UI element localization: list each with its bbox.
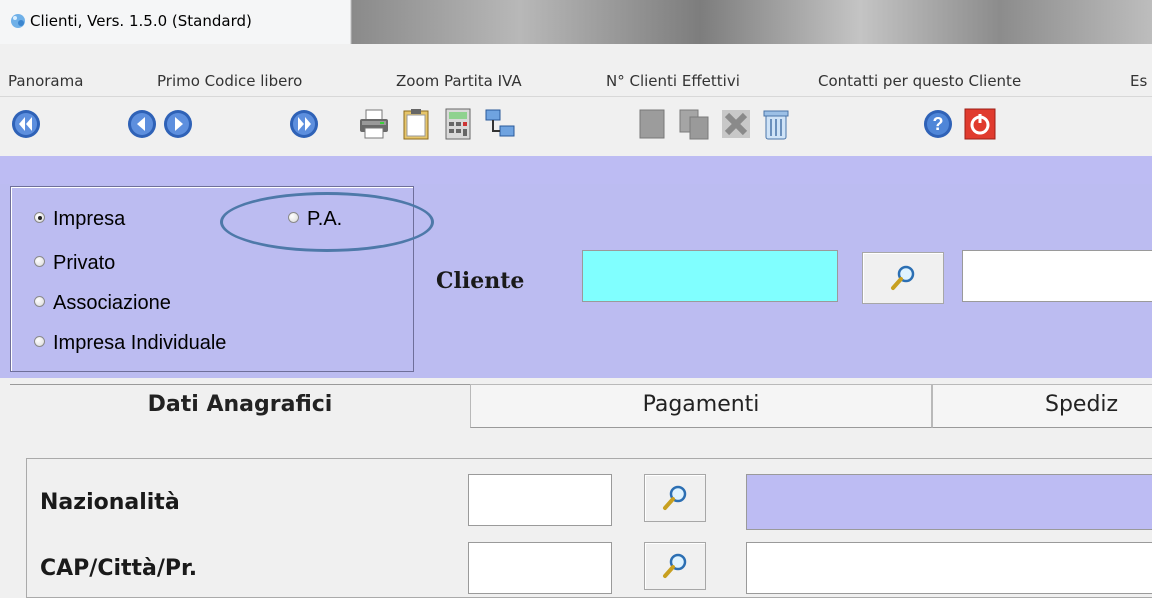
nazionalita-code-input[interactable] <box>468 474 612 526</box>
cliente-name-input[interactable] <box>962 250 1152 302</box>
radio-privato-indicator[interactable] <box>34 256 45 268</box>
cliente-label: Cliente <box>436 268 525 294</box>
nazionalita-lookup-button[interactable] <box>644 474 706 522</box>
header-band <box>0 156 1152 184</box>
toolbar: ? <box>0 98 1152 154</box>
previous-record-button[interactable] <box>124 106 160 142</box>
nazionalita-description-input[interactable] <box>746 474 1152 530</box>
calculator-icon <box>445 108 471 140</box>
menu-item-primo-codice-libero[interactable]: Primo Codice libero <box>157 72 302 90</box>
delete-record-button[interactable] <box>718 106 754 142</box>
previous-record-icon <box>128 110 156 138</box>
tab-dati-anagrafici[interactable]: Dati Anagrafici <box>10 384 470 428</box>
radio-associazione-label: Associazione <box>53 292 171 314</box>
print-icon <box>360 109 388 139</box>
exit-button[interactable] <box>962 106 998 142</box>
help-button[interactable]: ? <box>920 106 956 142</box>
menu-bar: Panorama Primo Codice libero Zoom Partit… <box>0 66 1152 97</box>
menu-item-panorama[interactable]: Panorama <box>8 72 83 90</box>
network-button[interactable] <box>482 106 518 142</box>
cliente-lookup-button[interactable] <box>862 252 944 304</box>
new-record-icon <box>639 109 665 139</box>
magnifier-icon <box>663 485 687 510</box>
copy-record-icon <box>679 109 709 140</box>
tab-pagamenti[interactable]: Pagamenti <box>470 384 932 428</box>
last-record-button[interactable] <box>286 106 322 142</box>
first-record-button[interactable] <box>8 106 44 142</box>
window-title: Clienti, Vers. 1.5.0 (Standard) <box>30 12 252 30</box>
radio-impresa[interactable]: Impresa <box>34 208 125 231</box>
radio-impresa-individuale-label: Impresa Individuale <box>53 332 227 354</box>
app-icon <box>8 12 28 30</box>
trash-button[interactable] <box>758 106 794 142</box>
radio-impresa-individuale[interactable]: Impresa Individuale <box>34 332 226 355</box>
menu-item-es[interactable]: Es <box>1130 72 1147 90</box>
menu-item-clienti-effettivi[interactable]: N° Clienti Effettivi <box>606 72 740 90</box>
next-record-icon <box>164 110 192 138</box>
radio-impresa-indicator[interactable] <box>34 212 45 224</box>
delete-record-icon <box>722 110 750 138</box>
cap-city-input[interactable] <box>746 542 1152 594</box>
radio-privato[interactable]: Privato <box>34 252 115 275</box>
network-icon <box>485 109 515 137</box>
menu-item-zoom-partita-iva[interactable]: Zoom Partita IVA <box>396 72 522 90</box>
cliente-code-input[interactable] <box>582 250 838 302</box>
clipboard-icon <box>403 109 429 140</box>
nazionalita-label: Nazionalità <box>40 490 180 515</box>
copy-record-button[interactable] <box>676 106 712 142</box>
calculator-button[interactable] <box>440 106 476 142</box>
menu-item-contatti-cliente[interactable]: Contatti per questo Cliente <box>818 72 1021 90</box>
svg-text:?: ? <box>933 114 944 134</box>
first-record-icon <box>12 110 40 138</box>
tab-spedizione[interactable]: Spediz <box>932 384 1152 428</box>
new-record-button[interactable] <box>634 106 670 142</box>
pa-highlight-ellipse <box>220 192 434 252</box>
last-record-icon <box>290 110 318 138</box>
radio-associazione[interactable]: Associazione <box>34 292 171 315</box>
clipboard-button[interactable] <box>398 106 434 142</box>
trash-icon <box>763 110 789 140</box>
cap-lookup-button[interactable] <box>644 542 706 590</box>
radio-privato-label: Privato <box>53 252 116 274</box>
cap-code-input[interactable] <box>468 542 612 594</box>
radio-impresa-label: Impresa <box>53 208 126 230</box>
help-icon: ? <box>924 110 952 138</box>
print-button[interactable] <box>356 106 392 142</box>
magnifier-icon <box>663 553 687 578</box>
cap-citta-label: CAP/Città/Pr. <box>40 556 198 581</box>
next-record-button[interactable] <box>160 106 196 142</box>
radio-impresa-individuale-indicator[interactable] <box>34 336 45 348</box>
magnifier-icon <box>891 265 915 290</box>
radio-associazione-indicator[interactable] <box>34 296 45 308</box>
exit-icon <box>964 108 996 140</box>
